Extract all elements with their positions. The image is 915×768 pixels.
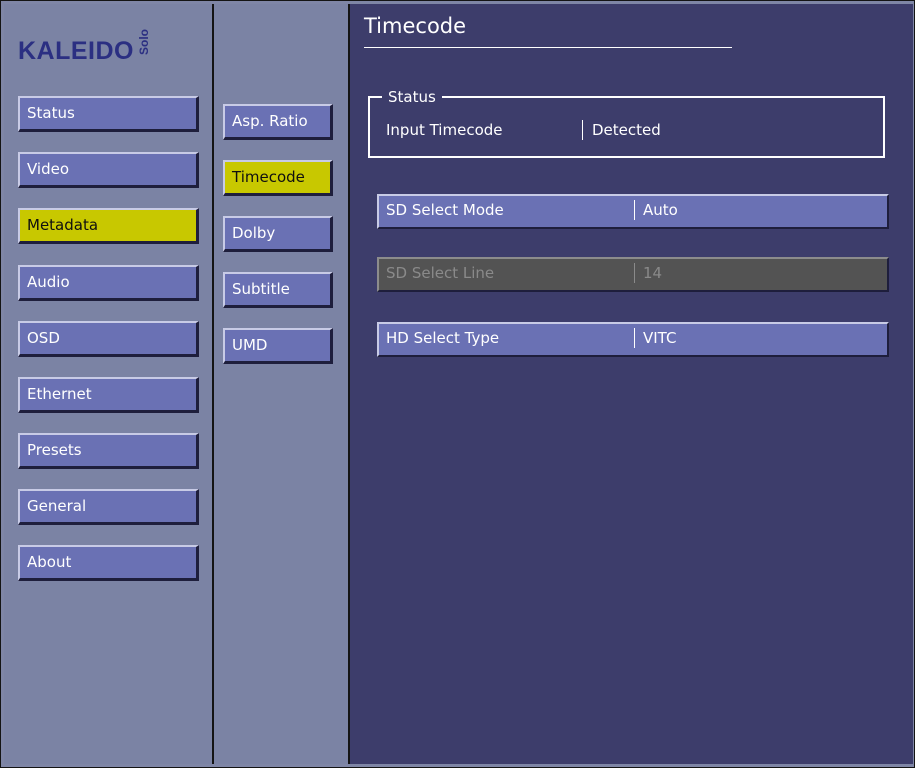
- status-group-legend: Status: [382, 87, 442, 107]
- kaleido-logo: KALEIDO Solo: [18, 20, 151, 68]
- field-divider: [634, 263, 635, 283]
- nav-label: Status: [27, 104, 75, 122]
- field-label: SD Select Mode: [386, 201, 504, 219]
- nav-label: General: [27, 497, 87, 515]
- nav-presets-button[interactable]: Presets: [18, 433, 199, 469]
- nav-label: Presets: [27, 441, 82, 459]
- nav-label: OSD: [27, 329, 60, 347]
- subnav-label: Asp. Ratio: [232, 112, 308, 130]
- status-separator: [582, 120, 583, 140]
- nav-video-button[interactable]: Video: [18, 152, 199, 188]
- nav-label: Ethernet: [27, 385, 92, 403]
- nav-label: About: [27, 553, 72, 571]
- field-value: 14: [643, 264, 663, 282]
- nav-osd-button[interactable]: OSD: [18, 321, 199, 357]
- status-group: Status Input Timecode Detected: [368, 87, 885, 158]
- title-underline: [364, 47, 732, 48]
- nav-label: Metadata: [27, 216, 99, 234]
- subnav-label: Subtitle: [232, 280, 290, 298]
- app-frame: KALEIDO Solo Status Video Metadata Audio…: [0, 0, 915, 768]
- subnav-subtitle-button[interactable]: Subtitle: [223, 272, 333, 308]
- subnav-label: Timecode: [232, 168, 305, 186]
- field-value: Auto: [643, 201, 678, 219]
- nav-about-button[interactable]: About: [18, 545, 199, 581]
- sd-select-mode-field[interactable]: SD Select Mode Auto: [377, 194, 889, 229]
- subnav-umd-button[interactable]: UMD: [223, 328, 333, 364]
- logo-edition: Solo: [137, 29, 151, 55]
- subnav-timecode-button[interactable]: Timecode: [223, 160, 333, 196]
- nav-audio-button[interactable]: Audio: [18, 265, 199, 301]
- subnav-label: Dolby: [232, 224, 276, 242]
- input-timecode-label: Input Timecode: [386, 121, 503, 139]
- field-label: SD Select Line: [386, 264, 495, 282]
- nav-label: Audio: [27, 273, 70, 291]
- subnav-dolby-button[interactable]: Dolby: [223, 216, 333, 252]
- field-value: VITC: [643, 329, 677, 347]
- nav-label: Video: [27, 160, 70, 178]
- field-label: HD Select Type: [386, 329, 500, 347]
- nav-metadata-button[interactable]: Metadata: [18, 208, 199, 244]
- sub-nav-column: Asp. Ratio Timecode Dolby Subtitle UMD: [214, 4, 350, 764]
- main-nav-column: KALEIDO Solo Status Video Metadata Audio…: [4, 4, 214, 764]
- logo-wordmark: KALEIDO: [18, 37, 134, 65]
- content-panel: Timecode Status Input Timecode Detected …: [350, 4, 913, 764]
- nav-general-button[interactable]: General: [18, 489, 199, 525]
- nav-status-button[interactable]: Status: [18, 96, 199, 132]
- hd-select-type-field[interactable]: HD Select Type VITC: [377, 322, 889, 357]
- input-timecode-value: Detected: [592, 121, 661, 139]
- sd-select-line-field: SD Select Line 14: [377, 257, 889, 292]
- page-title: Timecode: [364, 14, 467, 38]
- nav-ethernet-button[interactable]: Ethernet: [18, 377, 199, 413]
- field-divider: [634, 328, 635, 348]
- subnav-asp-ratio-button[interactable]: Asp. Ratio: [223, 104, 333, 140]
- subnav-label: UMD: [232, 336, 268, 354]
- field-divider: [634, 200, 635, 220]
